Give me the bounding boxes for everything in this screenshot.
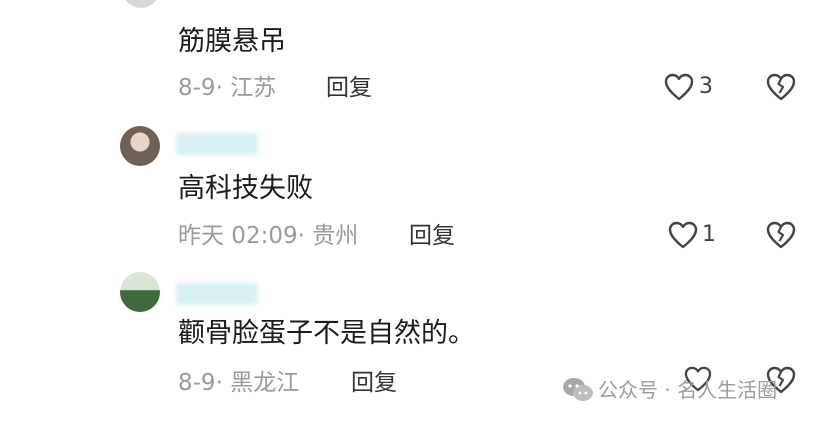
wechat-icon: [562, 377, 594, 403]
comment-text: 筋膜悬吊: [178, 26, 286, 57]
avatar[interactable]: [120, 272, 160, 312]
reply-button[interactable]: 回复: [326, 77, 372, 100]
comment-meta: 8-9· 黑龙江: [178, 370, 300, 396]
avatar[interactable]: [120, 126, 160, 166]
comment-meta: 昨天 02:09· 贵州: [178, 223, 359, 249]
like-count: 3: [699, 74, 713, 99]
comment-text: 高科技失败: [178, 173, 313, 204]
username[interactable]: [176, 133, 258, 155]
username[interactable]: [176, 283, 258, 305]
comment-meta: 8-9· 江苏: [178, 75, 277, 101]
reply-button[interactable]: 回复: [351, 372, 397, 395]
heart-icon[interactable]: [668, 221, 698, 249]
like-count: 1: [702, 222, 716, 247]
broken-heart-icon[interactable]: [766, 221, 796, 249]
reply-button[interactable]: 回复: [409, 225, 455, 248]
comment-text: 颧骨脸蛋子不是自然的。: [178, 318, 475, 349]
heart-icon[interactable]: [664, 73, 694, 101]
broken-heart-icon[interactable]: [766, 73, 796, 101]
avatar[interactable]: [122, 0, 160, 8]
watermark: 公众号 · 名人生活圈: [598, 378, 778, 402]
